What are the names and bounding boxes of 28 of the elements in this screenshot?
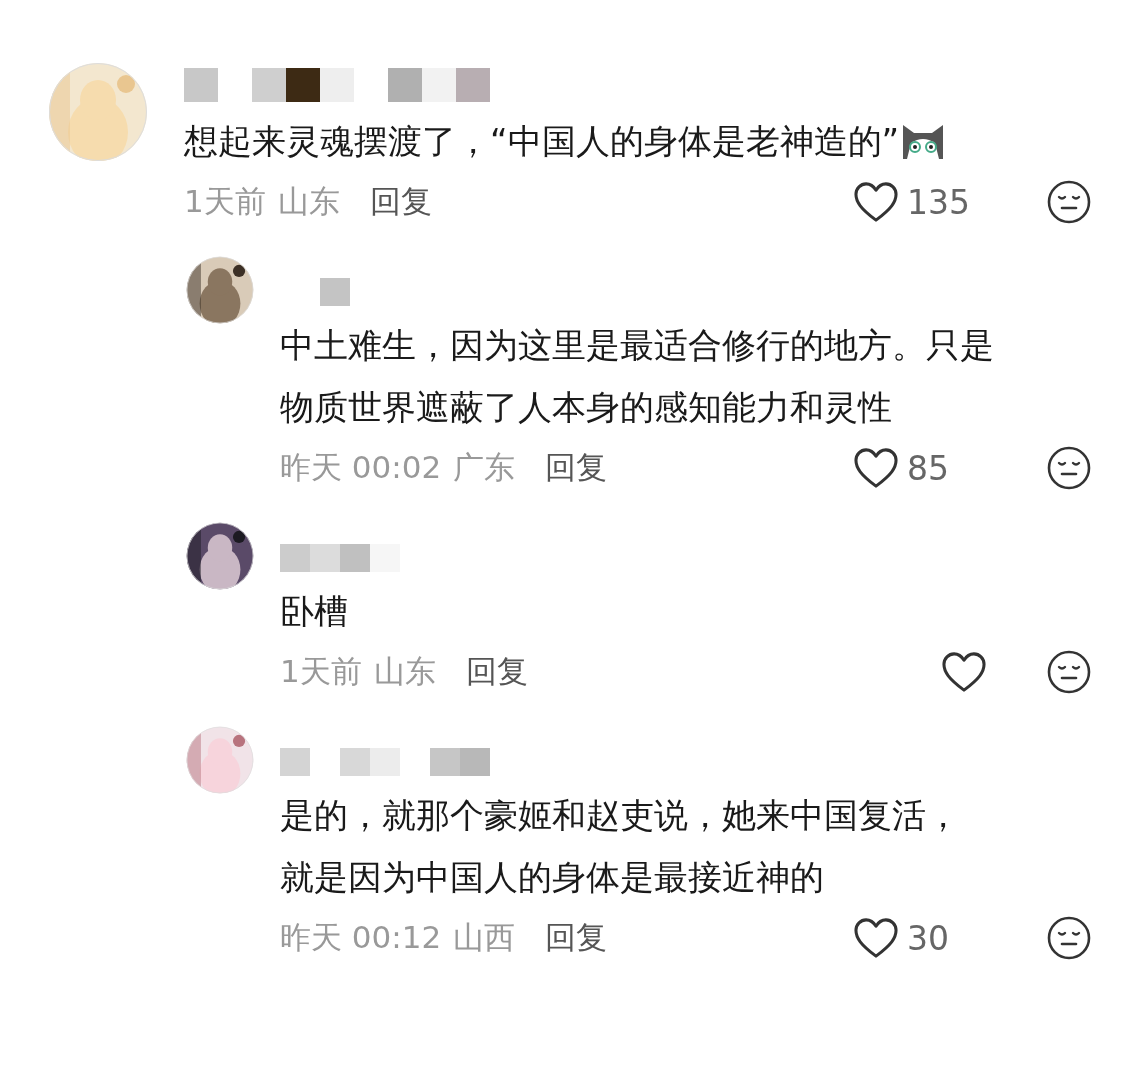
dislike-face-icon[interactable]	[1047, 446, 1091, 490]
comment-location: 广东	[453, 448, 516, 487]
dislike-face-icon[interactable]	[1047, 650, 1091, 694]
reply-link[interactable]: 回复	[369, 181, 432, 223]
like-count: 85	[907, 448, 950, 488]
blurred-username	[320, 278, 350, 306]
comment-time: 1天前	[280, 652, 362, 691]
reply-link[interactable]: 回复	[545, 447, 608, 489]
comment-location: 山东	[277, 182, 340, 221]
reply-link[interactable]: 回复	[545, 917, 608, 959]
heart-icon[interactable]	[941, 651, 987, 693]
heart-icon[interactable]	[853, 181, 899, 223]
comment-time: 1天前	[184, 182, 266, 221]
like-count: 30	[907, 918, 950, 958]
comment-text: 卧槽	[280, 590, 348, 633]
heart-icon[interactable]	[853, 917, 899, 959]
comment-location: 山西	[453, 918, 516, 957]
like-count: 135	[907, 182, 971, 222]
heart-icon[interactable]	[853, 447, 899, 489]
comment-text: 中土难生，因为这里是最适合修行的地方。只是物质世界遮蔽了人本身的感知能力和灵性	[280, 324, 995, 429]
dislike-face-icon[interactable]	[1047, 180, 1091, 224]
comment-location: 山东	[373, 652, 436, 691]
reply-link[interactable]: 回复	[465, 651, 528, 693]
dislike-face-icon[interactable]	[1047, 916, 1091, 960]
comment-time: 昨天 00:12	[280, 918, 442, 957]
comment-time: 昨天 00:02	[280, 448, 442, 487]
comment-text: 是的，就那个豪姬和赵吏说，她来中国复活，就是因为中国人的身体是最接近神的	[280, 794, 961, 899]
comment-text: 想起来灵魂摆渡了，“中国人的身体是老神造的”	[184, 120, 900, 163]
